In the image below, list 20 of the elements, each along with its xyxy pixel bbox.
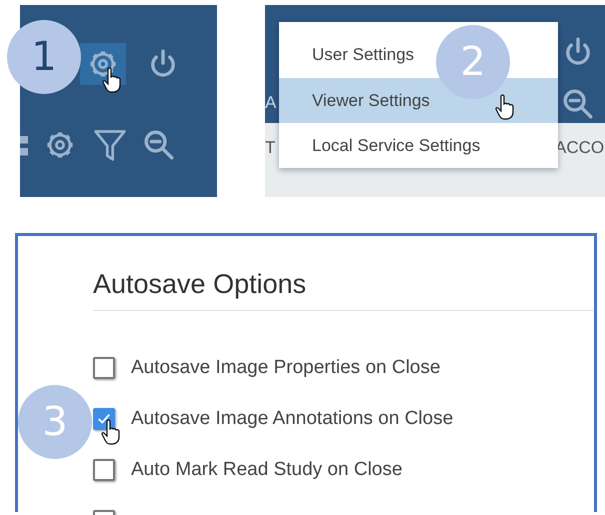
- option-label: Autosave Image Properties on Close: [131, 357, 440, 379]
- menu-item[interactable]: Viewer Settings: [279, 78, 558, 123]
- step-tooltip: 3: [18, 385, 92, 459]
- hand-cursor-icon: [102, 67, 122, 93]
- option-label: Autosave Image Annotations on Close: [131, 408, 454, 430]
- checkbox[interactable]: [93, 357, 115, 379]
- step-tooltip: 1: [7, 20, 81, 94]
- zoom-out-icon[interactable]: [142, 128, 176, 162]
- checkbox[interactable]: [93, 459, 115, 481]
- check-icon: [97, 412, 111, 426]
- column-header: T: [265, 138, 276, 158]
- filter-icon[interactable]: [92, 127, 128, 163]
- section-title: Autosave Options: [93, 269, 594, 311]
- menu-item[interactable]: Local Service Settings: [279, 123, 558, 168]
- header-text: A: [265, 93, 276, 113]
- hand-cursor-icon: [495, 94, 515, 120]
- option-label: Auto Mark Read Study on Close: [131, 459, 402, 481]
- hand-cursor-icon: [101, 419, 121, 445]
- checkbox[interactable]: [93, 408, 115, 430]
- zoom-out-icon[interactable]: [561, 87, 595, 121]
